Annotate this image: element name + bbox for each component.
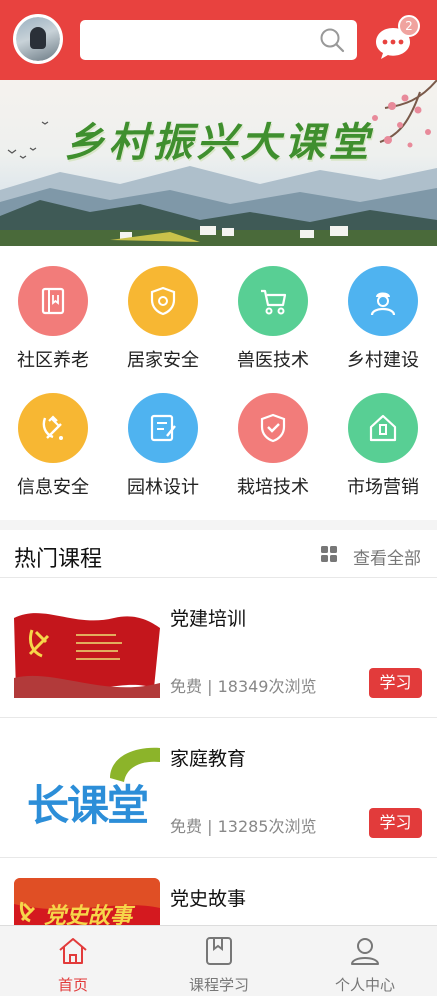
banner-title: 乡村振兴大课堂: [64, 119, 373, 166]
course-row[interactable]: 长课堂 家庭教育 免费 | 13285次浏览 学习: [0, 717, 437, 857]
home-icon: [59, 938, 87, 964]
category-item[interactable]: 信息安全: [3, 393, 103, 499]
home-pin-icon: [348, 393, 418, 463]
bottom-nav: 首页 课程学习 个人中心: [0, 925, 437, 996]
worker-icon: [348, 266, 418, 336]
category-grid: 社区养老 居家安全 兽医技术 乡村建设 信息安全 园林设计 栽培技术 市场营销: [0, 246, 437, 520]
top-header: 2: [0, 0, 437, 80]
tab-label: 课程学习: [188, 976, 249, 994]
check-shield-icon: [238, 393, 308, 463]
banner[interactable]: 乡村振兴大课堂: [0, 80, 437, 246]
course-meta: 免费 | 18349次浏览: [170, 677, 317, 696]
course-thumbnail: [14, 598, 160, 698]
tab-home[interactable]: 首页: [0, 926, 146, 996]
study-button[interactable]: 学习: [369, 808, 422, 838]
tab-label: 个人中心: [334, 976, 395, 994]
section-title: 热门课程: [14, 547, 103, 572]
category-item[interactable]: 乡村建设: [333, 266, 433, 372]
edit-document-icon: [128, 393, 198, 463]
study-button[interactable]: 学习: [369, 668, 422, 698]
tab-profile[interactable]: 个人中心: [292, 926, 437, 996]
course-meta: 免费 | 13285次浏览: [170, 817, 317, 836]
grid-icon[interactable]: [321, 546, 337, 562]
category-item[interactable]: 栽培技术: [223, 393, 323, 499]
user-icon: [351, 938, 379, 965]
course-thumbnail: 长课堂: [14, 738, 160, 838]
category-item[interactable]: 兽医技术: [223, 266, 323, 372]
party-emblem-icon: [18, 393, 88, 463]
category-item[interactable]: 园林设计: [113, 393, 213, 499]
tab-label: 首页: [57, 976, 88, 994]
hot-courses-section: 热门课程 查看全部 党建培训 免费 | 18349次浏览 学习 长课堂 家庭教育…: [0, 530, 437, 978]
category-item[interactable]: 社区养老: [3, 266, 103, 372]
view-all-link[interactable]: 查看全部: [353, 544, 421, 569]
stroller-icon: [238, 266, 308, 336]
shield-icon: [128, 266, 198, 336]
category-item[interactable]: 市场营销: [333, 393, 433, 499]
course-title: 党建培训: [170, 608, 247, 630]
search-icon[interactable]: [319, 27, 345, 53]
course-title: 党史故事: [170, 888, 247, 910]
tab-courses[interactable]: 课程学习: [146, 926, 292, 996]
thumbnail-text: 长课堂: [26, 781, 149, 830]
search-input[interactable]: [80, 20, 357, 60]
course-title: 家庭教育: [170, 748, 247, 770]
bookmark-book-icon: [206, 937, 232, 965]
book-icon: [18, 266, 88, 336]
avatar[interactable]: [13, 14, 63, 64]
course-row[interactable]: 党建培训 免费 | 18349次浏览 学习: [0, 577, 437, 717]
category-item[interactable]: 居家安全: [113, 266, 213, 372]
message-count-badge: 2: [398, 15, 420, 37]
